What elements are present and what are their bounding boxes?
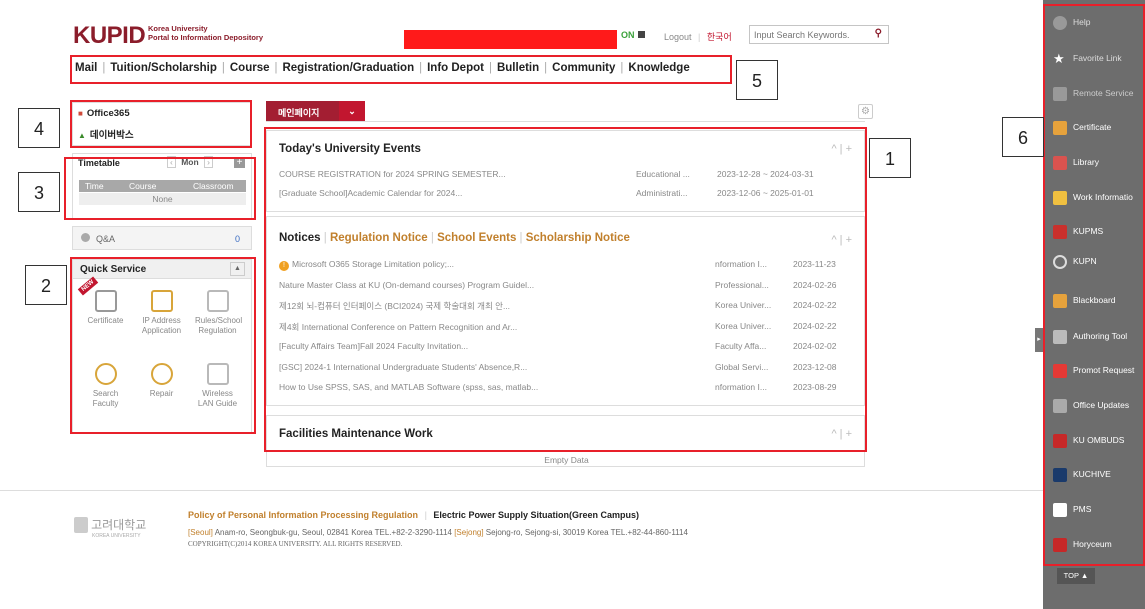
annotation-label-5: 5 [736,60,778,100]
divider: | [221,62,225,74]
annotation-label-1: 1 [869,138,911,178]
university-sub: KOREA UNIVERSITY [92,533,141,539]
language-link[interactable]: 한국어 [707,32,732,42]
main-nav: Mail | Tuition/Scholarship | Course | Registra… [75,62,690,74]
footer-logo: 고려대학교 KOREA UNIVERSITY [74,516,164,539]
sejong-address: Sejong-ro, Sejong-si, 30019 Korea TEL.+8… [485,528,688,537]
divider: | [274,62,278,74]
nav-community[interactable]: Community [552,62,615,74]
sejong-tag: [Sejong] [454,528,484,537]
logo-subtitle-line1: Korea University [148,24,208,33]
status-on-label: ON [621,30,635,40]
annotation-box-4 [70,100,252,148]
logout-link[interactable]: Logout [664,32,692,42]
chevron-down-icon[interactable]: ⌄ [339,101,365,121]
nav-mail[interactable]: Mail [75,62,97,74]
search-icon[interactable]: ⚲ [875,28,882,39]
redacted-user-info [404,30,617,49]
copyright: COPYRIGHT(C)2014 KOREA UNIVERSITY. ALL R… [188,540,403,548]
annotation-box-1 [264,127,867,452]
nav-info-depot[interactable]: Info Depot [427,62,484,74]
annotation-box-6 [1043,4,1145,566]
annotation-box-2 [70,257,256,434]
divider: | [102,62,106,74]
university-name: 고려대학교 [91,518,147,532]
annotation-label-6: 6 [1002,117,1044,157]
logo-subtitle: Korea University Portal to Information D… [148,24,263,42]
qa-label: Q&A [96,234,116,244]
divider: | [488,62,492,74]
top-button[interactable]: TOP ▲ [1057,568,1095,584]
main-page-tab-label: 메인페이지 [278,108,320,118]
qa-card[interactable]: Q&A 0 [72,226,252,250]
main-page-tab[interactable]: 메인페이지 ⌄ [266,101,365,121]
divider: | [620,62,624,74]
status-toggle-icon[interactable] [638,31,645,38]
top-links: Logout | 한국어 [664,30,732,43]
nav-course[interactable]: Course [230,62,270,74]
university-seal-icon [74,516,88,533]
nav-registration[interactable]: Registration/Graduation [282,62,414,74]
logo-subtitle-line2: Portal to Information Depository [148,33,264,42]
nav-knowledge[interactable]: Knowledge [628,62,689,74]
seoul-tag: [Seoul] [188,528,213,537]
seoul-address: Anam-ro, Seongbuk-gu, Seoul, 02841 Korea… [214,528,452,537]
annotation-label-2: 2 [25,265,67,305]
qa-icon [81,233,90,242]
search-box[interactable]: ⚲ [749,25,889,44]
settings-gear-icon[interactable]: ⚙ [858,104,873,119]
footer-divider [0,490,1043,491]
divider: | [698,32,701,42]
divider: | [544,62,548,74]
kupid-logo[interactable]: KUPID [73,22,146,50]
privacy-policy-link[interactable]: Policy of Personal Information Processin… [188,510,418,520]
qa-count: 0 [234,234,240,244]
power-supply-link[interactable]: Electric Power Supply Situation(Green Ca… [433,510,639,520]
tab-underline [266,121,865,122]
divider: | [424,510,427,520]
search-input[interactable] [750,26,866,43]
annotation-label-3: 3 [18,172,60,212]
nav-tuition[interactable]: Tuition/Scholarship [110,62,216,74]
footer-address: [Seoul] Anam-ro, Seongbuk-gu, Seoul, 028… [188,528,688,537]
facilities-empty: Empty Data [544,455,589,465]
annotation-label-4: 4 [18,108,60,148]
footer-links: Policy of Personal Information Processin… [188,510,639,520]
annotation-box-3 [64,157,256,220]
nav-bulletin[interactable]: Bulletin [497,62,539,74]
sidebar-toggle-icon[interactable]: ▸ [1035,328,1043,352]
divider: | [419,62,423,74]
